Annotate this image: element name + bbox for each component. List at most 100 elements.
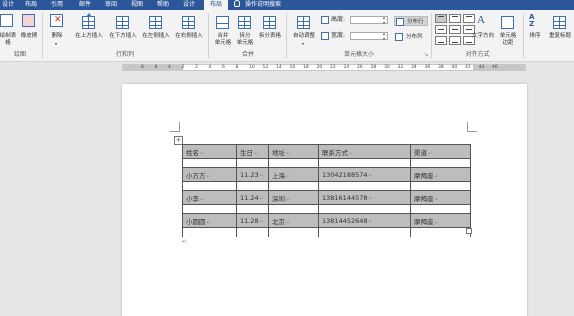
ruler-number: 26: [357, 65, 363, 70]
ribbon: 绘制表格 橡皮擦 绘图 删除 ▾ 在上方插入 在下方插入 在左侧插入 在右侧插入…: [0, 10, 574, 62]
table-row[interactable]: 小李↵ 11.24↵ 深圳↵ 13816144578↵ 摩羯座↵: [182, 190, 471, 205]
table-row[interactable]: 姓名↵ 生日↵ 地址↵ 联系方式↵ 渠道↵: [182, 144, 471, 159]
data-table[interactable]: 姓名↵ 生日↵ 地址↵ 联系方式↵ 渠道↵ 小方方↵ 11.23↵ 上海↵ 13…: [182, 144, 471, 237]
text-direction-icon: A: [477, 14, 485, 26]
table-cell[interactable]: 姓名↵: [182, 144, 237, 159]
autofit-button[interactable]: 自动调整 ▾: [290, 14, 318, 46]
ruler-number: 36: [424, 65, 431, 70]
split-table-button[interactable]: 拆分表格: [256, 14, 284, 44]
separator: [431, 13, 432, 58]
tab-references[interactable]: 引用: [46, 0, 68, 10]
table-cell[interactable]: 13816144578↵: [318, 190, 411, 205]
align-top-center-button[interactable]: [449, 14, 461, 23]
distribute-cols-icon: [395, 33, 403, 41]
ruler-number: 34: [411, 65, 417, 70]
width-spinner-icon[interactable]: ▴ ▾: [383, 31, 385, 41]
table-cell[interactable]: 小圆圆↵: [182, 213, 237, 228]
tab-table-layout[interactable]: 布局: [204, 0, 228, 10]
table-cell[interactable]: 北京↵: [268, 213, 319, 228]
distribute-cols-button[interactable]: 分布列: [394, 32, 428, 42]
ruler-number: 4: [168, 65, 171, 70]
sort-button[interactable]: AZ 排序: [526, 14, 544, 44]
align-bottom-center-button[interactable]: [449, 36, 461, 45]
table-cell[interactable]: 摩羯座↵: [410, 190, 471, 205]
table-cell[interactable]: 小方方↵: [182, 167, 237, 182]
table-cell[interactable]: 小李↵: [182, 190, 237, 205]
insert-left-button[interactable]: 在左侧插入: [140, 14, 172, 44]
sort-icon: AZ: [529, 13, 535, 28]
ruler-number: 8: [235, 65, 239, 70]
width-label: 宽度:: [331, 32, 346, 39]
eraser-button[interactable]: 橡皮擦: [18, 14, 38, 44]
insert-left-label: 在左侧插入: [142, 33, 170, 39]
table-cell[interactable]: 13814452648↵: [318, 213, 411, 228]
horizontal-ruler[interactable]: 8 6 4 2 2 4 6 8 10 12 14 16 18 20 22 24 26 28 30 32 34 36 38 40…: [122, 64, 526, 71]
insert-right-label: 在右侧插入: [175, 33, 203, 39]
split-table-icon: [263, 16, 276, 29]
table-cell[interactable]: 11.28↵: [236, 213, 269, 228]
split-cells-icon: [238, 16, 251, 29]
paragraph-mark: ↵: [182, 238, 188, 245]
height-spinner-icon[interactable]: ▴ ▾: [383, 15, 385, 25]
draw-table-label: 绘制表格: [0, 33, 17, 46]
tab-review[interactable]: 审阅: [100, 0, 122, 10]
tab-help[interactable]: 帮助: [152, 0, 174, 10]
insert-below-icon: [116, 16, 129, 29]
table-resize-handle[interactable]: [466, 228, 472, 234]
eraser-icon: [22, 14, 35, 27]
tell-me-search[interactable]: 操作说明搜索: [234, 0, 281, 10]
ruler-number: 2: [181, 65, 185, 70]
align-bottom-left-button[interactable]: [435, 36, 447, 45]
align-top-left-button[interactable]: [435, 14, 447, 23]
group-label-draw: 绘图: [13, 51, 26, 58]
table-cell[interactable]: 深圳↵: [268, 190, 319, 205]
table-cell[interactable]: 11.23↵: [236, 167, 269, 182]
ruler-margin-left: [123, 65, 183, 70]
table-gap-row: [182, 227, 471, 237]
align-center-button[interactable]: [449, 25, 461, 34]
chevron-down-icon: ▾: [302, 41, 305, 46]
separator: [208, 13, 209, 58]
tab-design[interactable]: 设计: [0, 0, 16, 10]
insert-above-icon: [82, 13, 95, 29]
cell-margins-button[interactable]: 单元格 边距: [496, 14, 520, 46]
tab-view[interactable]: 视图: [126, 0, 148, 10]
sort-label: 排序: [529, 33, 541, 39]
tab-layout-page[interactable]: 布局: [20, 0, 42, 10]
insert-right-button[interactable]: 在右侧插入: [172, 14, 206, 44]
table-cell[interactable]: 摩羯座↵: [410, 167, 471, 182]
text-direction-button[interactable]: A 文字方向: [470, 14, 496, 44]
table-cell[interactable]: 上海↵: [268, 167, 319, 182]
delete-button[interactable]: 删除 ▾: [46, 14, 68, 46]
repeat-header-button[interactable]: 重复标题: [546, 14, 574, 44]
tab-table-design[interactable]: 设计: [178, 0, 200, 10]
merge-cells-button[interactable]: 合并 单元格: [212, 14, 234, 46]
align-center-left-button[interactable]: [435, 25, 447, 34]
ruler-number: 2: [195, 65, 198, 70]
delete-table-icon: [50, 14, 63, 27]
tab-mailings[interactable]: 邮件: [74, 0, 96, 10]
table-row[interactable]: 小圆圆↵ 11.28↵ 北京↵ 13814452648↵ 摩羯座↵: [182, 213, 471, 228]
insert-left-icon: [149, 16, 162, 29]
insert-above-button[interactable]: 在上方插入: [72, 13, 106, 44]
table-row[interactable]: 小方方↵ 11.23↵ 上海↵ 13042188574↵ 摩羯座↵: [182, 167, 471, 182]
table-cell[interactable]: 生日↵: [236, 144, 269, 159]
table-cell[interactable]: 13042188574↵: [318, 167, 411, 182]
draw-table-button[interactable]: 绘制表格: [0, 14, 16, 46]
table-cell[interactable]: 联系方式↵: [318, 144, 411, 159]
table-cell[interactable]: 渠道↵: [410, 144, 471, 159]
ruler-number: 18: [303, 65, 309, 70]
ruler-number: 40: [451, 65, 458, 70]
table-cell[interactable]: 摩羯座↵: [410, 213, 471, 228]
table-cell[interactable]: 地址↵: [268, 144, 319, 159]
distribute-rows-button[interactable]: 分布行: [394, 16, 428, 26]
row-height-icon: [321, 16, 329, 24]
ruler-number: 22: [330, 65, 336, 70]
dialog-launcher-icon[interactable]: ↘: [424, 52, 428, 58]
table-cell[interactable]: 11.24↵: [236, 190, 269, 205]
split-cells-button[interactable]: 拆分 单元格: [236, 14, 254, 46]
separator: [286, 13, 287, 58]
table-gap-row: [182, 181, 471, 191]
ruler-number: 4: [208, 65, 212, 70]
insert-below-button[interactable]: 在下方插入: [106, 14, 140, 44]
